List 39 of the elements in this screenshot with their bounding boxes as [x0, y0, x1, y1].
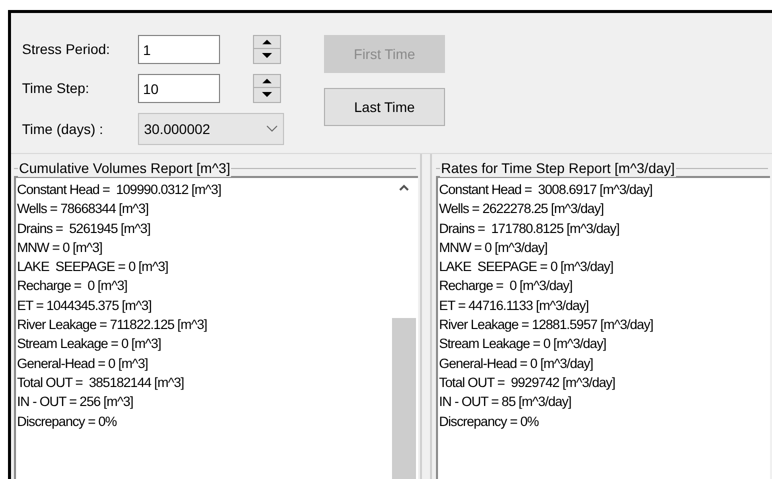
report-line: ET = 44716.1133 [m^3/day]: [439, 296, 589, 315]
number-field[interactable]: 1: [138, 35, 220, 64]
report-line: Wells = 2622278.25 [m^3/day]: [439, 200, 604, 218]
report-list[interactable]: [14, 176, 418, 479]
report-line: Constant Head = 109990.0312 [m^3]: [17, 181, 221, 199]
report-line: General-Head = 0 [m^3]: [17, 354, 148, 373]
report-line: Total OUT = 9929742 [m^3/day]: [439, 374, 616, 392]
report-line: Total OUT = 385182144 [m^3]: [17, 374, 184, 392]
number-field[interactable]: 10: [138, 74, 220, 103]
report-line: Discrepancy = 0%: [17, 412, 117, 431]
report-line: Drains = 5261945 [m^3]: [17, 220, 150, 238]
field-label: Time Step:: [22, 79, 90, 98]
report-line: ET = 1044345.375 [m^3]: [17, 296, 152, 315]
report-line: IN - OUT = 85 [m^3/day]: [439, 393, 572, 412]
field-label: Time (days) :: [22, 120, 104, 139]
field-label: Stress Period:: [22, 40, 111, 59]
report-line: General-Head = 0 [m^3/day]: [439, 354, 593, 373]
chevron-down-icon: [266, 125, 278, 133]
report-line: Recharge = 0 [m^3/day]: [439, 277, 572, 296]
spin-buttons[interactable]: [253, 74, 281, 103]
report-line: Stream Leakage = 0 [m^3/day]: [439, 335, 606, 354]
report-line: Wells = 78668344 [m^3]: [17, 200, 148, 218]
time-dropdown[interactable]: 30.000002: [138, 113, 284, 145]
report-line: River Leakage = 12881.5957 [m^3/day]: [439, 316, 654, 334]
time-button[interactable]: Last Time: [324, 88, 445, 126]
report-line: IN - OUT = 256 [m^3]: [17, 393, 133, 412]
report-line: Stream Leakage = 0 [m^3]: [17, 335, 161, 354]
report-line: MNW = 0 [m^3]: [17, 238, 102, 257]
report-line: Constant Head = 3008.6917 [m^3/day]: [439, 181, 652, 199]
report-line: Recharge = 0 [m^3]: [17, 277, 128, 296]
report-line: Drains = 171780.8125 [m^3/day]: [439, 220, 620, 238]
spin-buttons[interactable]: [253, 35, 281, 64]
report-line: Discrepancy = 0%: [439, 412, 539, 431]
report-line: LAKE SEEPAGE = 0 [m^3]: [17, 258, 168, 276]
scroll-thumb[interactable]: [392, 318, 416, 479]
report-list[interactable]: [436, 176, 770, 479]
report-line: River Leakage = 711822.125 [m^3]: [17, 316, 207, 334]
report-line: LAKE SEEPAGE = 0 [m^3/day]: [439, 258, 614, 276]
report-line: MNW = 0 [m^3/day]: [439, 238, 548, 257]
